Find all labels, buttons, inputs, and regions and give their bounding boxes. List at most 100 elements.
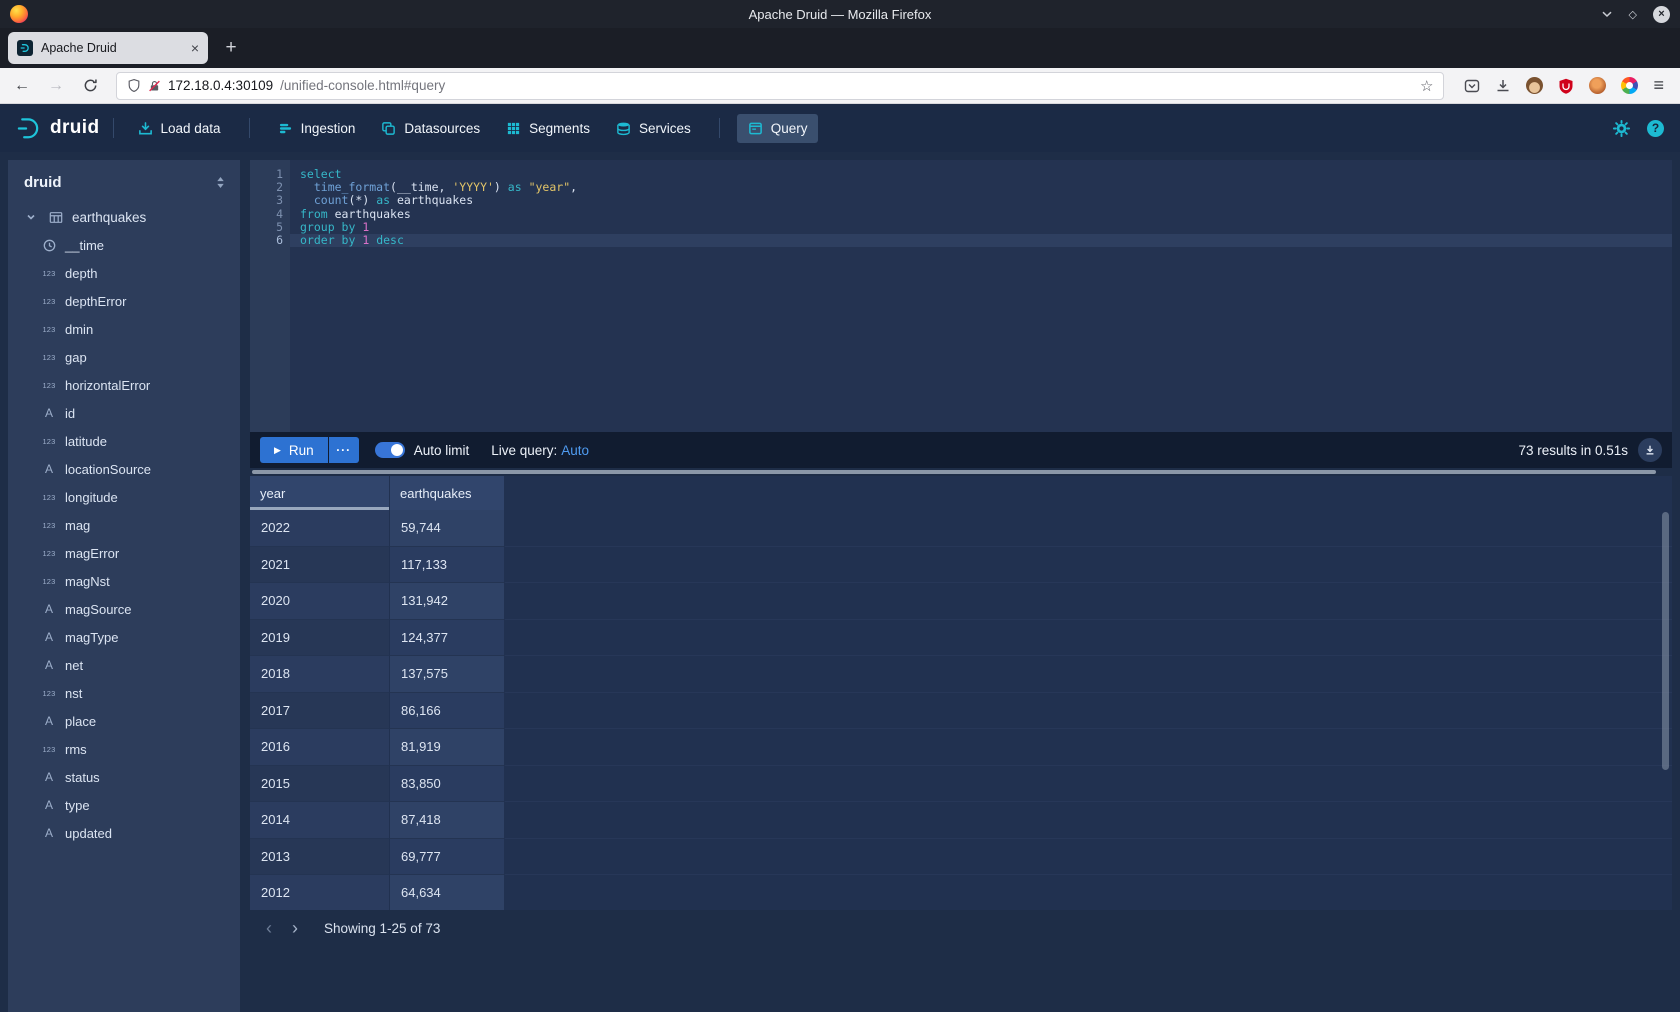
code-line: order by 1 desc <box>290 234 1672 247</box>
vertical-scrollbar[interactable] <box>1662 512 1669 770</box>
tracking-shield-icon[interactable] <box>127 78 141 93</box>
help-icon[interactable]: ? <box>1647 120 1664 137</box>
auto-limit-toggle[interactable] <box>375 442 405 458</box>
tab-close-button[interactable]: × <box>191 41 199 55</box>
results-table: year earthquakes 202259,7442021117,13320… <box>250 476 1672 910</box>
cell-year[interactable]: 2012 <box>250 875 390 910</box>
cell-earthquakes[interactable]: 87,418 <box>390 802 505 839</box>
cell-year[interactable]: 2016 <box>250 729 390 766</box>
nav-services[interactable]: Services <box>605 114 702 143</box>
minimize-button[interactable] <box>1601 10 1613 18</box>
cell-year[interactable]: 2018 <box>250 656 390 693</box>
column-item-status[interactable]: Astatus <box>8 763 240 791</box>
column-name: magNst <box>65 574 110 589</box>
row-filler <box>505 547 1672 584</box>
column-item-type[interactable]: Atype <box>8 791 240 819</box>
column-item-longitude[interactable]: 123longitude <box>8 483 240 511</box>
forward-button[interactable]: → <box>42 72 70 100</box>
column-item-magNst[interactable]: 123magNst <box>8 567 240 595</box>
cell-earthquakes[interactable]: 124,377 <box>390 620 505 657</box>
close-button[interactable]: × <box>1653 6 1670 23</box>
extension-monkey-icon[interactable] <box>1526 77 1543 94</box>
cell-year[interactable]: 2017 <box>250 693 390 730</box>
run-button[interactable]: ▶ Run <box>260 437 328 463</box>
column-item-updated[interactable]: Aupdated <box>8 819 240 847</box>
cell-year[interactable]: 2021 <box>250 547 390 584</box>
nav-load-data[interactable]: Load data <box>127 114 232 143</box>
column-header-earthquakes[interactable]: earthquakes <box>390 476 505 510</box>
prev-page-button[interactable]: ‹ <box>256 915 282 941</box>
back-button[interactable]: ← <box>8 72 36 100</box>
cell-earthquakes[interactable]: 64,634 <box>390 875 505 910</box>
cell-year[interactable]: 2013 <box>250 839 390 876</box>
cell-earthquakes[interactable]: 81,919 <box>390 729 505 766</box>
numeric-type-icon: 123 <box>40 437 58 446</box>
column-item-mag[interactable]: 123mag <box>8 511 240 539</box>
insecure-lock-icon[interactable] <box>148 79 161 93</box>
column-item-dmin[interactable]: 123dmin <box>8 315 240 343</box>
menu-button[interactable]: ≡ <box>1653 75 1664 96</box>
run-more-button[interactable]: ··· <box>329 437 359 463</box>
profile-avatar-icon[interactable] <box>1589 77 1606 94</box>
settings-gear-icon[interactable] <box>1612 119 1631 138</box>
column-item-__time[interactable]: __time <box>8 231 240 259</box>
play-icon: ▶ <box>274 446 281 455</box>
column-item-net[interactable]: Anet <box>8 651 240 679</box>
next-page-button[interactable]: › <box>282 915 308 941</box>
column-item-latitude[interactable]: 123latitude <box>8 427 240 455</box>
cell-year[interactable]: 2014 <box>250 802 390 839</box>
column-item-locationSource[interactable]: AlocationSource <box>8 455 240 483</box>
horizontal-scrollbar[interactable] <box>250 468 1672 476</box>
nav-datasources[interactable]: Datasources <box>370 114 491 143</box>
column-item-place[interactable]: Aplace <box>8 707 240 735</box>
datasource-name: earthquakes <box>72 210 146 225</box>
ublock-icon[interactable] <box>1558 78 1574 94</box>
maximize-button[interactable]: ◇ <box>1629 8 1637 21</box>
browser-tab-bar: Apache Druid × + <box>0 28 1680 68</box>
nav-segments[interactable]: Segments <box>495 114 601 143</box>
column-item-magSource[interactable]: AmagSource <box>8 595 240 623</box>
cell-earthquakes[interactable]: 86,166 <box>390 693 505 730</box>
bookmark-star-icon[interactable]: ☆ <box>1420 77 1433 95</box>
download-results-button[interactable] <box>1638 438 1662 462</box>
pocket-icon[interactable] <box>1464 78 1480 94</box>
extension-pinwheel-icon[interactable] <box>1621 77 1638 94</box>
cell-earthquakes[interactable]: 59,744 <box>390 510 505 547</box>
column-item-id[interactable]: Aid <box>8 399 240 427</box>
downloads-icon[interactable] <box>1495 78 1511 94</box>
column-item-rms[interactable]: 123rms <box>8 735 240 763</box>
column-item-depth[interactable]: 123depth <box>8 259 240 287</box>
sort-columns-icon[interactable] <box>215 176 226 189</box>
nav-ingestion[interactable]: Ingestion <box>267 114 367 143</box>
cell-earthquakes[interactable]: 131,942 <box>390 583 505 620</box>
column-header-year[interactable]: year <box>250 476 390 510</box>
hscroll-thumb[interactable] <box>252 470 1656 474</box>
column-item-nst[interactable]: 123nst <box>8 679 240 707</box>
numeric-type-icon: 123 <box>40 689 58 698</box>
table-row: 202259,744 <box>250 510 1672 547</box>
druid-logo[interactable]: druid <box>16 116 100 141</box>
numeric-type-icon: 123 <box>40 521 58 530</box>
datasource-item-earthquakes[interactable]: earthquakes <box>8 203 240 231</box>
cell-year[interactable]: 2022 <box>250 510 390 547</box>
cell-earthquakes[interactable]: 137,575 <box>390 656 505 693</box>
live-query-value[interactable]: Auto <box>561 443 589 458</box>
column-item-gap[interactable]: 123gap <box>8 343 240 371</box>
column-item-horizontalError[interactable]: 123horizontalError <box>8 371 240 399</box>
cell-earthquakes[interactable]: 69,777 <box>390 839 505 876</box>
cell-year[interactable]: 2019 <box>250 620 390 657</box>
editor-gutter: 123456 <box>250 160 290 432</box>
sql-editor[interactable]: 123456 select time_format(__time, 'YYYY'… <box>250 160 1672 432</box>
cell-earthquakes[interactable]: 117,133 <box>390 547 505 584</box>
url-bar[interactable]: 172.18.0.4:30109/unified-console.html#qu… <box>116 72 1444 100</box>
reload-button[interactable] <box>76 72 104 100</box>
nav-query[interactable]: Query <box>737 114 819 143</box>
cell-year[interactable]: 2020 <box>250 583 390 620</box>
column-item-magType[interactable]: AmagType <box>8 623 240 651</box>
cell-year[interactable]: 2015 <box>250 766 390 803</box>
browser-tab[interactable]: Apache Druid × <box>8 32 208 64</box>
cell-earthquakes[interactable]: 83,850 <box>390 766 505 803</box>
column-item-depthError[interactable]: 123depthError <box>8 287 240 315</box>
column-item-magError[interactable]: 123magError <box>8 539 240 567</box>
new-tab-button[interactable]: + <box>216 33 246 63</box>
